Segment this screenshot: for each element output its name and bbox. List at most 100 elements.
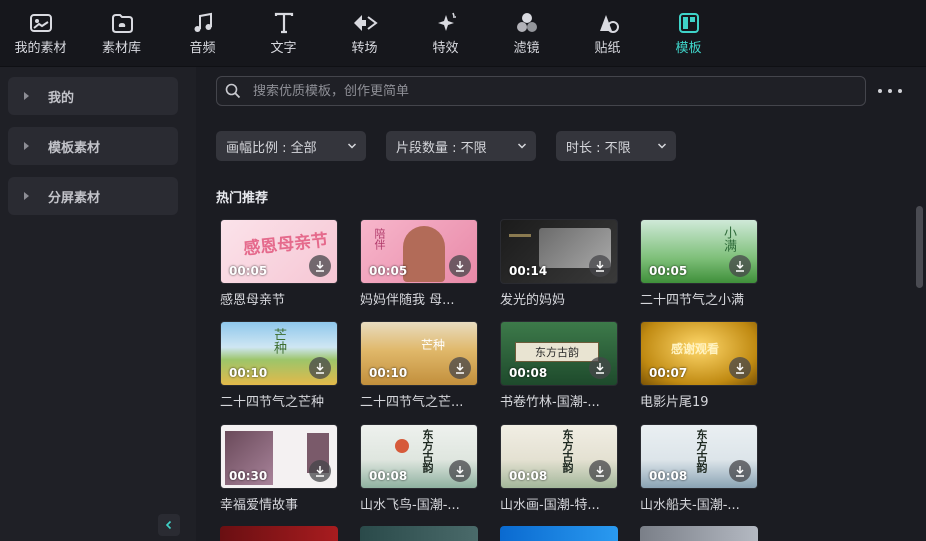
filter-clip-count[interactable]: 片段数量 : 不限 (386, 131, 536, 161)
tool-sticker[interactable]: 贴纸 (567, 0, 648, 67)
template-thumbnail-partial[interactable] (640, 526, 758, 541)
download-icon[interactable] (589, 460, 611, 482)
template-card[interactable]: 感谢观看 00:07 电影片尾19 (640, 321, 758, 410)
template-title: 二十四节气之芒种 (220, 395, 325, 410)
thumbnail-text: 东方古韵 (421, 429, 434, 473)
thumbnail-text: 东方古韵 (695, 429, 708, 473)
template-title: 感恩母亲节 (220, 293, 286, 308)
template-icon (676, 10, 702, 36)
template-card[interactable]: 东方古韵 00:08 山水船夫-国潮-... (640, 424, 758, 513)
sidebar-item-split-screen[interactable]: 分屏素材 (8, 177, 178, 215)
duration-label: 00:30 (229, 469, 268, 483)
template-thumbnail-partial[interactable] (360, 526, 478, 541)
filter-duration[interactable]: 时长 : 不限 (556, 131, 676, 161)
search-input[interactable] (253, 83, 833, 99)
dot-icon (898, 89, 902, 93)
tool-label: 滤镜 (513, 41, 540, 56)
red-sun (395, 439, 409, 453)
tool-template[interactable]: 模板 (648, 0, 729, 67)
template-thumbnail-partial[interactable] (220, 526, 338, 541)
template-thumbnail: 00:14 (500, 219, 618, 284)
template-thumbnail: 感谢观看 00:07 (640, 321, 758, 386)
tool-label: 素材库 (101, 41, 141, 56)
tool-audio[interactable]: 音频 (162, 0, 243, 67)
thumbnail-text: 陪伴 (373, 228, 386, 250)
duration-label: 00:10 (229, 366, 268, 380)
template-card[interactable]: 芒种 00:10 二十四节气之芒... (360, 321, 478, 410)
template-title: 山水飞鸟-国潮-... (360, 498, 460, 513)
template-card[interactable]: 东方古韵 00:08 山水画-国潮-特... (500, 424, 618, 513)
download-icon[interactable] (729, 255, 751, 277)
duration-label: 00:08 (649, 469, 688, 483)
template-thumbnail: 芒种 00:10 (360, 321, 478, 386)
template-thumbnail: 东方古韵 00:08 (500, 424, 618, 489)
dot-icon (878, 89, 882, 93)
left-sidebar: 我的 模板素材 分屏素材 (0, 67, 196, 541)
my-media-icon (28, 10, 54, 36)
template-thumbnail: 陪伴 00:05 (360, 219, 478, 284)
filter-aspect-ratio[interactable]: 画幅比例 : 全部 (216, 131, 366, 161)
download-icon[interactable] (729, 357, 751, 379)
tool-label: 贴纸 (594, 41, 621, 56)
download-icon[interactable] (589, 357, 611, 379)
tool-label: 转场 (351, 41, 378, 56)
template-card[interactable]: 陪伴 00:05 妈妈伴随我 母... (360, 219, 478, 308)
template-card[interactable]: 00:30 幸福爱情故事 (220, 424, 338, 513)
sidebar-item-label: 模板素材 (48, 140, 101, 156)
template-title: 二十四节气之小满 (640, 293, 745, 308)
dot-icon (888, 89, 892, 93)
chevron-left-icon (165, 520, 172, 530)
download-icon[interactable] (589, 255, 611, 277)
thumbnail-text: 感谢观看 (671, 342, 720, 356)
filter-label: 画幅比例 : 全部 (226, 140, 317, 156)
thumbnail-text: 小满 (721, 226, 736, 252)
template-thumbnail: 感恩母亲节 00:05 (220, 219, 338, 284)
caret-right-icon (24, 92, 29, 100)
download-icon[interactable] (449, 460, 471, 482)
thumbnail-text: 东方古韵 (561, 429, 574, 473)
chevron-down-icon (347, 143, 357, 149)
template-card[interactable]: 00:14 发光的妈妈 (500, 219, 618, 308)
filter-label: 时长 : 不限 (566, 140, 631, 156)
decor-line (509, 234, 531, 237)
template-title: 山水画-国潮-特... (500, 498, 600, 513)
download-icon[interactable] (309, 357, 331, 379)
tool-transition[interactable]: 转场 (324, 0, 405, 67)
tool-my-media[interactable]: 我的素材 (0, 0, 81, 67)
template-card[interactable]: 东方古韵 00:08 书卷竹林-国潮-... (500, 321, 618, 410)
template-title: 妈妈伴随我 母... (360, 293, 455, 308)
thumbnail-text: 东方古韵 (515, 342, 599, 362)
download-icon[interactable] (449, 357, 471, 379)
template-card[interactable]: 芒种 00:10 二十四节气之芒种 (220, 321, 338, 410)
tool-label: 文字 (270, 41, 297, 56)
download-icon[interactable] (309, 460, 331, 482)
sidebar-item-template-material[interactable]: 模板素材 (8, 127, 178, 165)
template-card[interactable]: 小满 00:05 二十四节气之小满 (640, 219, 758, 308)
filter-label: 片段数量 : 不限 (396, 140, 487, 156)
tool-media-library[interactable]: 素材库 (81, 0, 162, 67)
top-toolbar: 我的素材 素材库 音频 文字 转场 特效 滤镜 贴纸 模板 (0, 0, 926, 67)
tool-filter[interactable]: 滤镜 (486, 0, 567, 67)
tool-effects[interactable]: 特效 (405, 0, 486, 67)
tool-text[interactable]: 文字 (243, 0, 324, 67)
more-options-button[interactable] (878, 83, 902, 99)
caret-right-icon (24, 192, 29, 200)
search-box (216, 76, 866, 106)
vertical-scrollbar[interactable] (916, 206, 923, 288)
sidebar-item-mine[interactable]: 我的 (8, 77, 178, 115)
template-thumbnail-partial[interactable] (500, 526, 618, 541)
sidebar-item-label: 分屏素材 (48, 190, 101, 206)
download-icon[interactable] (449, 255, 471, 277)
duration-label: 00:05 (649, 264, 688, 278)
template-title: 书卷竹林-国潮-... (500, 395, 600, 410)
template-card[interactable]: 感恩母亲节 00:05 感恩母亲节 (220, 219, 338, 308)
collapse-sidebar-button[interactable] (158, 514, 180, 536)
download-icon[interactable] (309, 255, 331, 277)
duration-label: 00:10 (369, 366, 408, 380)
sidebar-item-label: 我的 (48, 90, 75, 106)
template-panel: 画幅比例 : 全部 片段数量 : 不限 时长 : 不限 热门推荐 感恩母亲节 0… (196, 67, 926, 541)
download-icon[interactable] (729, 460, 751, 482)
template-title: 二十四节气之芒... (360, 395, 464, 410)
template-card[interactable]: 东方古韵 00:08 山水飞鸟-国潮-... (360, 424, 478, 513)
template-title: 电影片尾19 (640, 395, 709, 410)
